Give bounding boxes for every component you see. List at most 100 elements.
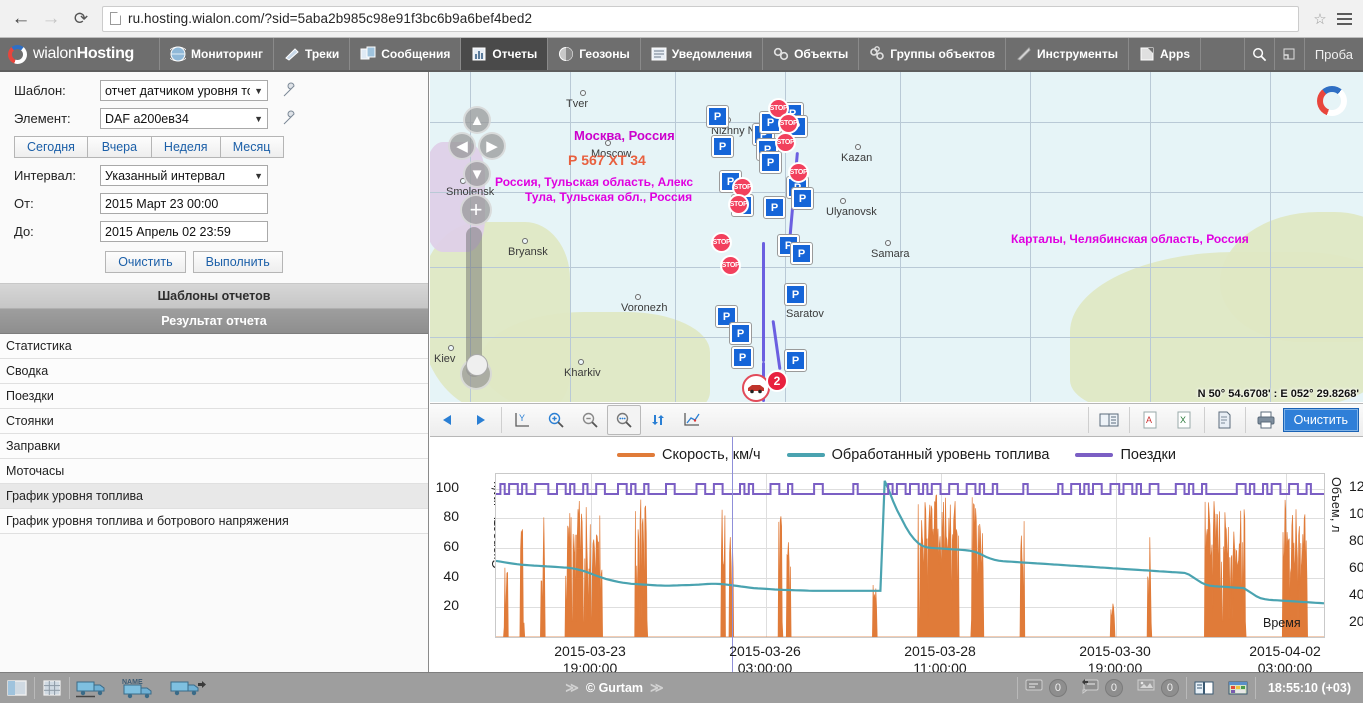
map-pan-left-button[interactable]: ◀ [448, 132, 476, 160]
nav-item-геозоны[interactable]: Геозоны [548, 38, 641, 70]
map-parking-marker[interactable]: P [784, 283, 807, 306]
result-item[interactable]: Заправки [0, 434, 428, 459]
nav-item-группы-объектов[interactable]: Группы объектов [859, 38, 1006, 70]
map-pan-right-button[interactable]: ▶ [478, 132, 506, 160]
table-icon[interactable] [1221, 673, 1255, 703]
legend-swatch [1075, 453, 1114, 457]
map-cluster-badge[interactable]: 2 [766, 370, 788, 392]
map-stop-marker[interactable]: STOP [711, 232, 732, 253]
nav-item-уведомления[interactable]: Уведомления [641, 38, 764, 70]
from-input[interactable]: 2015 Март 23 00:00 [100, 193, 268, 214]
result-item[interactable]: Поездки [0, 384, 428, 409]
prev-arrow-icon[interactable] [430, 405, 464, 435]
refresh-icon[interactable] [641, 405, 675, 435]
wialon-logo[interactable]: wialonHosting [0, 38, 160, 70]
zoom-in-icon[interactable] [539, 405, 573, 435]
map-stop-marker[interactable]: STOP [775, 132, 796, 153]
grid-view-icon[interactable] [35, 673, 69, 703]
execute-button[interactable]: Выполнить [192, 251, 283, 273]
map-parking-marker[interactable]: P [729, 322, 752, 345]
city-label: Samara [871, 248, 910, 260]
clear-button[interactable]: Очистить [105, 251, 186, 273]
restore-window-icon[interactable] [1275, 38, 1305, 70]
map-parking-marker[interactable]: P [790, 242, 813, 265]
nav-item-объекты[interactable]: Объекты [763, 38, 860, 70]
element-label: Элемент: [14, 111, 71, 126]
result-item[interactable]: График уровня топлива [0, 484, 428, 509]
template-settings-icon[interactable] [281, 82, 299, 100]
zoom-fit-icon[interactable] [607, 405, 641, 435]
map-pan-up-button[interactable]: ▲ [463, 106, 491, 134]
result-item[interactable]: График уровня топлива и ботрового напряж… [0, 509, 428, 534]
nav-item-отчеты[interactable]: Отчеты [461, 38, 549, 70]
forward-icon[interactable]: → [36, 4, 66, 34]
map-pan-down-button[interactable]: ▼ [463, 160, 491, 188]
nav-item-label: Apps [1160, 47, 1190, 61]
map-stop-marker[interactable]: STOP [728, 194, 749, 215]
chart-clear-button[interactable]: Очистить [1282, 408, 1359, 432]
map-zoom-knob[interactable] [466, 354, 488, 376]
split-view-icon[interactable] [0, 673, 34, 703]
legend-item[interactable]: Обработанный уровень топлива [786, 447, 1049, 463]
result-item[interactable]: Сводка [0, 359, 428, 384]
print-icon[interactable] [1249, 405, 1283, 435]
element-select[interactable]: DAF а200ев34 ▼ [100, 108, 268, 129]
graph-icon[interactable] [675, 405, 709, 435]
map-parking-marker[interactable]: P [731, 346, 754, 369]
excel-export-icon[interactable]: X [1167, 405, 1201, 435]
result-item[interactable]: Стоянки [0, 409, 428, 434]
address-bar[interactable]: ru.hosting.wialon.com/?sid=5aba2b985c98e… [102, 5, 1299, 32]
nav-item-сообщения[interactable]: Сообщения [350, 38, 462, 70]
file-export-icon[interactable] [1208, 405, 1242, 435]
map-stop-marker[interactable]: STOP [720, 255, 741, 276]
result-item[interactable]: Статистика [0, 334, 428, 359]
nav-item-apps[interactable]: Apps [1129, 38, 1201, 70]
to-input[interactable]: 2015 Апрель 02 23:59 [100, 221, 268, 242]
templates-header[interactable]: Шаблоны отчетов [0, 284, 428, 309]
nav-item-инструменты[interactable]: Инструменты [1006, 38, 1129, 70]
map-parking-marker[interactable]: P [763, 196, 786, 219]
search-icon[interactable] [1245, 38, 1275, 70]
nav-item-треки[interactable]: Треки [274, 38, 351, 70]
result-item[interactable]: Моточасы [0, 459, 428, 484]
quick-button-неделя[interactable]: Неделя [150, 136, 220, 158]
map-parking-marker[interactable]: P [791, 187, 814, 210]
map-parking-marker[interactable]: P [784, 349, 807, 372]
counter-group[interactable]: 0 [1074, 677, 1130, 699]
unit-move-icon[interactable] [164, 673, 212, 703]
counter-group[interactable]: 0 [1130, 677, 1186, 699]
zoom-out-icon[interactable] [573, 405, 607, 435]
map-parking-marker[interactable]: P [759, 151, 782, 174]
reload-icon[interactable]: ⟳ [66, 4, 96, 34]
bookmark-star-icon[interactable]: ☆ [1309, 10, 1331, 28]
map-parking-marker[interactable]: P [706, 105, 729, 128]
chart-canvas[interactable] [495, 473, 1325, 638]
legend-item[interactable]: Поездки [1075, 447, 1176, 463]
map-zoom-in-button[interactable]: + [460, 194, 492, 226]
interval-select[interactable]: Указанный интервал ▼ [100, 165, 268, 186]
map-view[interactable]: Tver Moscow Smolensk Bryansk Voronezh Kiev Kha… [430, 72, 1363, 402]
y-tick-right: 400 [1349, 586, 1363, 603]
unit-name-icon[interactable]: NAME [114, 673, 164, 703]
browser-menu-icon[interactable] [1331, 12, 1357, 25]
y-axis-icon[interactable]: Y [505, 405, 539, 435]
element-settings-icon[interactable] [281, 110, 299, 128]
table-view-icon[interactable] [1092, 405, 1126, 435]
back-icon[interactable]: ← [6, 4, 36, 34]
next-arrow-icon[interactable] [464, 405, 498, 435]
map-stop-marker[interactable]: STOP [788, 162, 809, 183]
quick-button-сегодня[interactable]: Сегодня [14, 136, 87, 158]
quick-button-месяц[interactable]: Месяц [219, 136, 284, 158]
counter-group[interactable]: 0 [1018, 677, 1074, 699]
map-parking-marker[interactable]: P [711, 135, 734, 158]
result-header[interactable]: Результат отчета [0, 309, 428, 334]
map-stop-marker[interactable]: STOP [778, 113, 799, 134]
template-select[interactable]: отчет датчиком уровня то ▼ [100, 80, 268, 101]
user-name[interactable]: Проба [1305, 47, 1363, 62]
pdf-export-icon[interactable]: A [1133, 405, 1167, 435]
nav-item-мониторинг[interactable]: Мониторинг [160, 38, 274, 70]
quick-button-вчера[interactable]: Вчера [86, 136, 151, 158]
legend-item[interactable]: Скорость, км/ч [617, 447, 761, 463]
book-icon[interactable] [1187, 673, 1221, 703]
unit-icon[interactable] [70, 673, 114, 703]
